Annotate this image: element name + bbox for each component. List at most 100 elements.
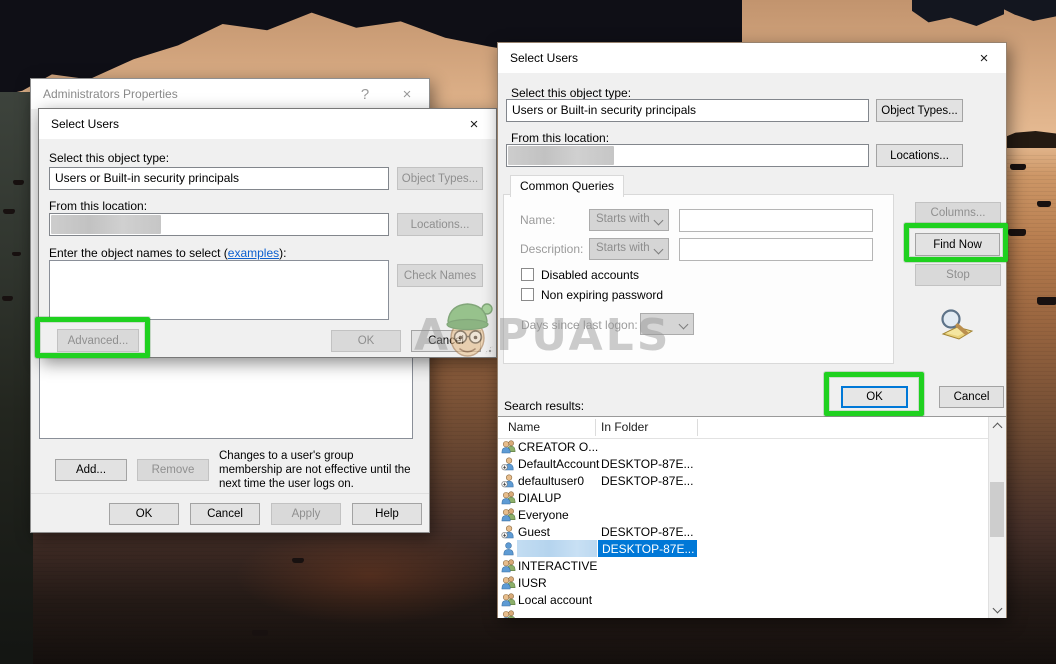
item-name: Guest (518, 525, 550, 539)
object-type-label: Select this object type: (49, 151, 169, 165)
cancel-button[interactable]: Cancel (939, 386, 1004, 408)
members-list-box[interactable] (39, 357, 413, 439)
chevron-down-icon (679, 320, 689, 330)
list-item[interactable]: defaultuser0DESKTOP-87E... (498, 472, 989, 489)
disabled-accounts-checkbox[interactable] (521, 268, 534, 281)
users-group-icon (501, 439, 516, 454)
add-button[interactable]: Add... (55, 459, 127, 481)
scroll-up-icon[interactable] (989, 417, 1005, 434)
ok-button[interactable]: OK (109, 503, 179, 525)
search-icon (936, 307, 976, 344)
scrollbar[interactable] (988, 417, 1006, 618)
dark-water-strip (0, 92, 33, 664)
window-title: Administrators Properties (43, 87, 178, 101)
close-icon[interactable]: × (458, 109, 490, 139)
redacted-location (51, 215, 161, 234)
item-name: defaultuser0 (518, 474, 584, 488)
object-types-button[interactable]: Object Types... (876, 99, 963, 122)
item-name: Everyone (518, 508, 569, 522)
non-expiring-password-checkbox[interactable] (521, 288, 534, 301)
dropdown-value: Starts with (596, 213, 650, 225)
list-item[interactable]: Local account (498, 591, 989, 608)
item-name: CREATOR O... (518, 440, 598, 454)
non-expiring-password-label: Non expiring password (541, 288, 663, 302)
list-item[interactable]: DESKTOP-87E... (498, 540, 989, 557)
boat-silhouette (12, 252, 21, 256)
column-divider[interactable] (595, 419, 596, 436)
user-arrow-icon (501, 456, 516, 471)
object-names-label: Enter the object names to select (exampl… (49, 246, 286, 260)
titlebar: Select Users × (498, 43, 1006, 73)
users-group-icon (501, 507, 516, 522)
object-types-button: Object Types... (397, 167, 483, 190)
scrollbar-thumb[interactable] (990, 482, 1004, 537)
label-text: Enter the object names to select ( (49, 246, 228, 260)
description-label: Description: (520, 242, 583, 256)
desktop: Administrators Properties ? × Add... Rem… (0, 0, 1056, 664)
columns-button: Columns... (915, 202, 1001, 224)
users-group-icon (501, 558, 516, 573)
help-button[interactable]: Help (352, 503, 422, 525)
item-name: Local account (518, 593, 592, 607)
examples-link[interactable]: examples (228, 246, 279, 260)
item-folder: DESKTOP-87E... (598, 540, 697, 557)
help-button[interactable]: ? (349, 79, 381, 109)
boat-silhouette (252, 630, 268, 636)
remove-button: Remove (137, 459, 209, 481)
name-input[interactable] (679, 209, 873, 232)
object-type-field[interactable]: Users or Built-in security principals (506, 99, 869, 122)
item-folder: DESKTOP-87E... (601, 525, 693, 539)
list-item[interactable]: DefaultAccountDESKTOP-87E... (498, 455, 989, 472)
list-item[interactable]: Everyone (498, 506, 989, 523)
disabled-accounts-label: Disabled accounts (541, 268, 639, 282)
chevron-down-icon (654, 216, 664, 226)
list-item[interactable]: IUSR (498, 574, 989, 591)
search-results-rows: CREATOR O...DefaultAccountDESKTOP-87E...… (498, 438, 989, 618)
list-header: Name In Folder (498, 417, 1006, 439)
window-title: Select Users (510, 51, 578, 65)
user-arrow-icon (501, 524, 516, 539)
rock-silhouette (1002, 0, 1056, 21)
list-item[interactable] (498, 608, 989, 618)
tab-common-queries[interactable]: Common Queries (510, 175, 624, 197)
highlight-box-ok (824, 372, 924, 416)
column-divider[interactable] (697, 419, 698, 436)
users-group-icon (501, 490, 516, 505)
redacted-location (508, 146, 614, 165)
window-title: Select Users (51, 117, 119, 131)
close-icon[interactable]: × (968, 43, 1000, 73)
watermark-text: PUALS (496, 310, 671, 361)
users-group-icon (501, 575, 516, 590)
cancel-button[interactable]: Cancel (190, 503, 260, 525)
land-strip (1005, 131, 1056, 148)
item-name: DefaultAccount (518, 457, 599, 471)
boat-silhouette (1037, 297, 1056, 305)
scroll-down-icon[interactable] (989, 601, 1005, 618)
boat-silhouette (3, 209, 15, 214)
users-group-icon (501, 609, 516, 618)
check-names-button: Check Names (397, 264, 483, 287)
object-names-input[interactable] (49, 260, 389, 320)
search-results-list: Name In Folder CREATOR O...DefaultAccoun… (498, 416, 1006, 618)
locations-button[interactable]: Locations... (876, 144, 963, 167)
search-results-label: Search results: (504, 399, 584, 413)
highlight-box-find-now (904, 223, 1008, 262)
titlebar: Administrators Properties ? × (31, 79, 429, 109)
list-item[interactable]: CREATOR O... (498, 438, 989, 455)
close-icon[interactable]: × (391, 79, 423, 109)
locations-button: Locations... (397, 213, 483, 236)
description-input[interactable] (679, 238, 873, 261)
item-name: IUSR (518, 576, 547, 590)
boat-silhouette (1010, 164, 1026, 170)
redacted-name (517, 540, 597, 557)
object-type-field[interactable]: Users or Built-in security principals (49, 167, 389, 190)
column-header-in-folder[interactable]: In Folder (601, 420, 648, 434)
boat-silhouette (2, 296, 13, 301)
column-header-name[interactable]: Name (508, 420, 540, 434)
dropdown-value: Starts with (596, 242, 650, 254)
users-group-icon (501, 592, 516, 607)
list-item[interactable]: Guest DESKTOP-87E... (498, 523, 989, 540)
location-label: From this location: (49, 199, 147, 213)
list-item[interactable]: DIALUP (498, 489, 989, 506)
list-item[interactable]: INTERACTIVE (498, 557, 989, 574)
